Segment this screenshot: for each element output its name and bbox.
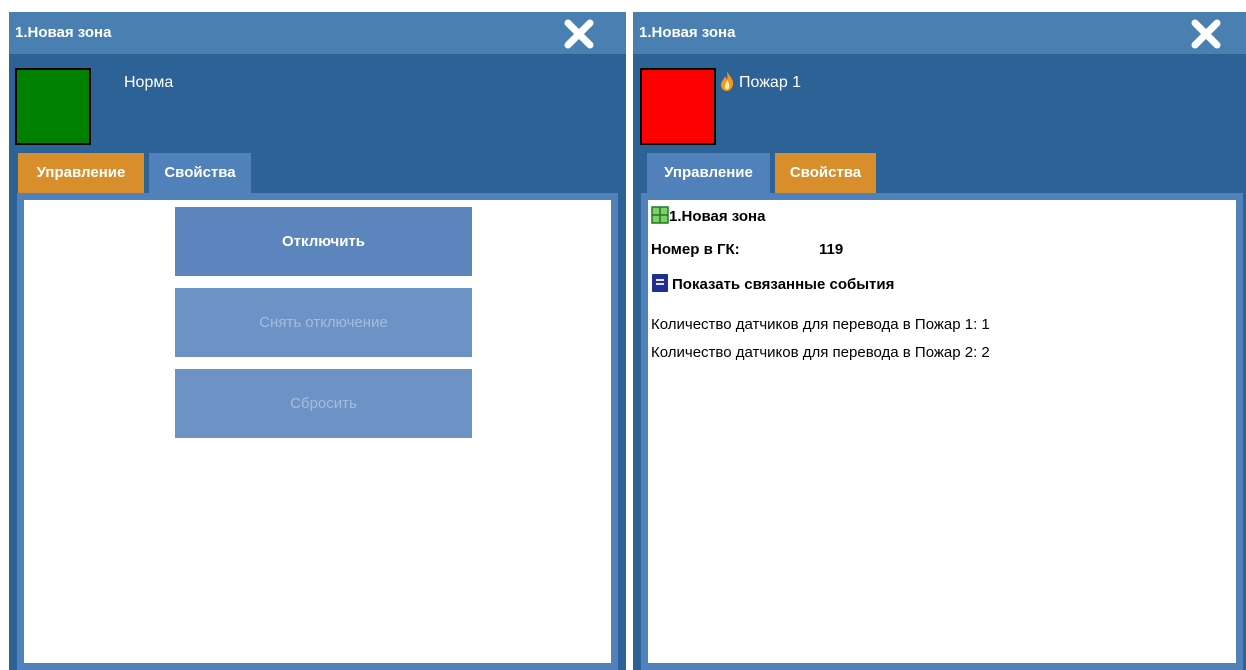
tab-properties[interactable]: Свойства [775,153,876,193]
status-indicator [640,68,716,145]
status-text: Пожар 1 [739,74,802,91]
zone-name: 1.Новая зона [669,208,766,225]
tab-control[interactable]: Управление [647,153,770,193]
close-icon[interactable] [1189,18,1223,50]
panel-titlebar: 1.Новая зона [9,12,626,54]
status-text: Норма [124,74,174,91]
control-content: Отключить Снять отключение Сбросить [17,193,618,670]
tab-control[interactable]: Управление [18,153,144,193]
show-events-link[interactable]: Показать связанные события [672,276,894,293]
properties-content: 1.Новая зона Номер в ГК: 119 Показать св… [641,193,1243,670]
tab-properties[interactable]: Свойства [149,153,251,193]
reset-button[interactable]: Сбросить [175,369,472,438]
disable-button[interactable]: Отключить [175,207,472,276]
zone-grid-icon [651,206,669,224]
zone-panel-right: 1.Новая зона Пожар 1 Управление Свойства… [633,12,1246,670]
gk-number-value: 119 [819,241,844,258]
journal-icon [652,274,668,292]
panel-title: 1.Новая зона [15,24,112,41]
gk-number-label: Номер в ГК: [651,241,740,258]
property-line: Количество датчиков для перевода в Пожар… [651,344,990,361]
close-icon[interactable] [562,18,596,50]
status-indicator [15,68,91,145]
fire-icon [721,71,734,91]
panel-titlebar: 1.Новая зона [633,12,1246,54]
property-line: Количество датчиков для перевода в Пожар… [651,316,990,333]
remove-disable-button[interactable]: Снять отключение [175,288,472,357]
zone-panel-left: 1.Новая зона Норма Управление Свойства О… [9,12,626,670]
panel-title: 1.Новая зона [639,24,736,41]
